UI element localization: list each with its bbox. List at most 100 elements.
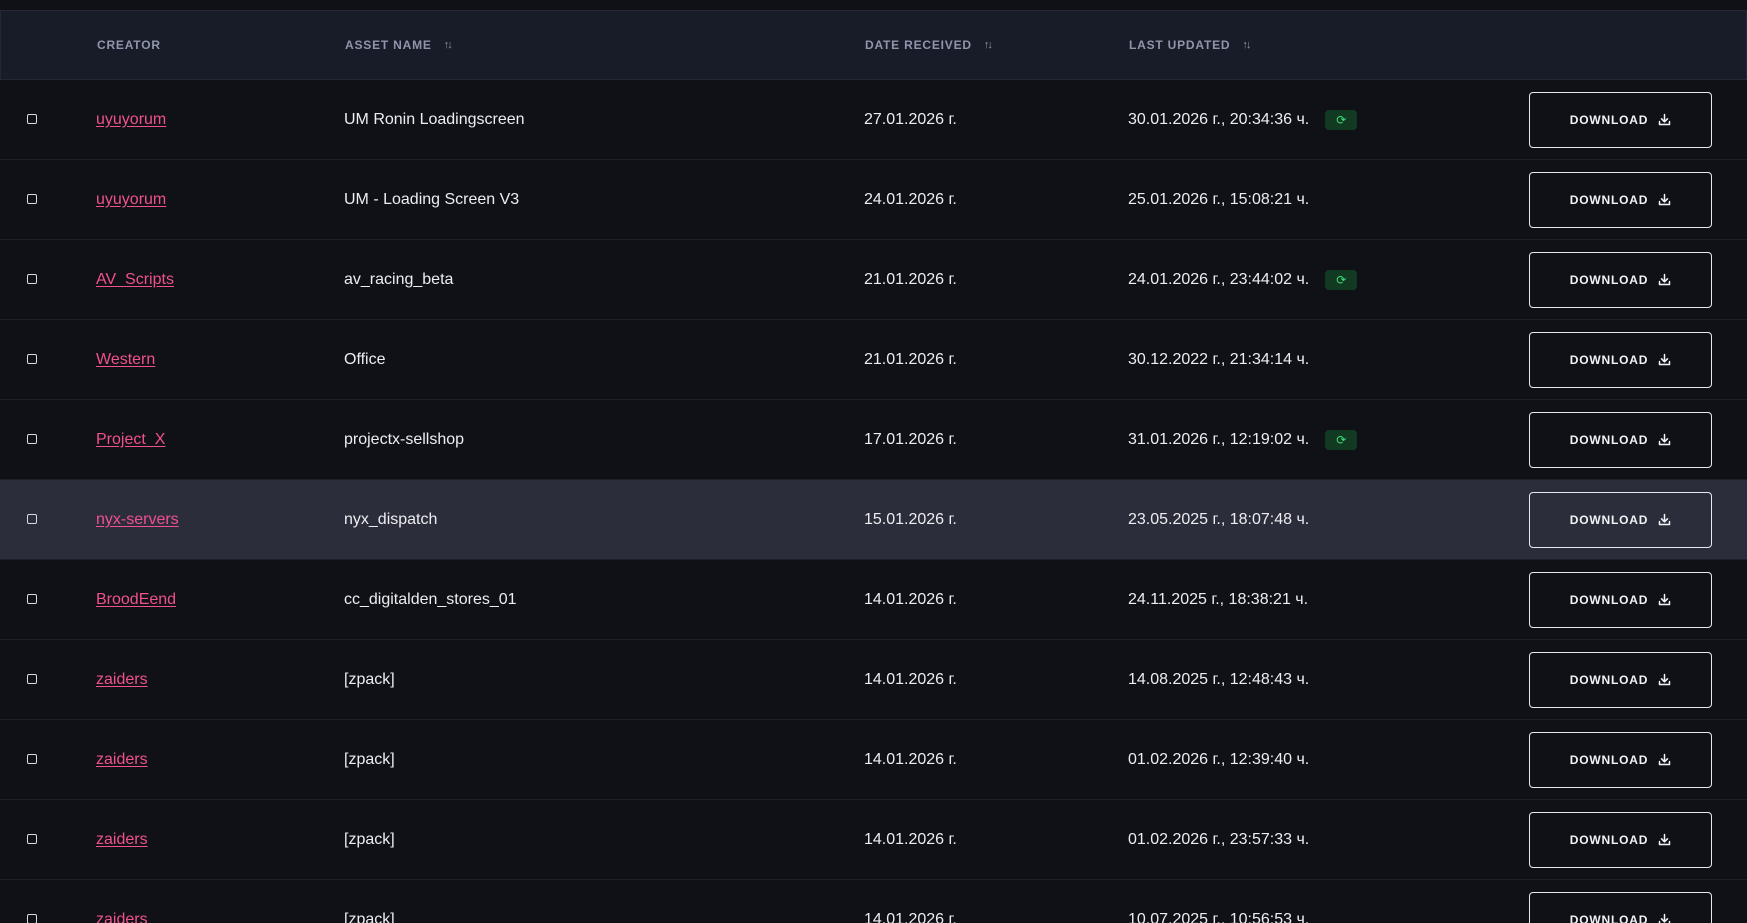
date-received: 14.01.2026 г.: [864, 670, 957, 688]
creator-link[interactable]: Western: [96, 351, 155, 369]
row-select-checkbox[interactable]: [27, 353, 37, 364]
date-received-cell: 24.01.2026 г.: [864, 160, 957, 239]
column-header-last-updated[interactable]: LAST UPDATED ↑↓: [1129, 11, 1251, 79]
asset-name: Office: [344, 350, 386, 368]
top-strip: [0, 0, 1747, 10]
sort-icon[interactable]: ↑↓: [1242, 39, 1251, 51]
date-received: 21.01.2026 г.: [864, 270, 957, 288]
last-updated-cell: 23.05.2025 г., 18:07:48 ч.: [1128, 480, 1309, 559]
sort-icon[interactable]: ↑↓: [444, 39, 453, 51]
date-received-cell: 14.01.2026 г.: [864, 880, 957, 923]
column-header-last-updated-label: LAST UPDATED: [1129, 38, 1231, 52]
date-received-cell: 27.01.2026 г.: [864, 80, 957, 159]
download-icon: [1658, 193, 1671, 206]
download-button[interactable]: DOWNLOAD: [1529, 651, 1712, 708]
creator-cell: BroodEend: [96, 560, 176, 639]
table-row: zaiders [zpack] 14.01.2026 г. 01.02.2026…: [0, 800, 1747, 880]
table-row: nyx-servers nyx_dispatch 15.01.2026 г. 2…: [0, 480, 1747, 560]
table-header: CREATOR ASSET NAME ↑↓ DATE RECEIVED ↑↓ L…: [0, 10, 1747, 80]
creator-cell: Project_X: [96, 400, 165, 479]
row-select-checkbox[interactable]: [27, 833, 37, 844]
creator-link[interactable]: zaiders: [96, 751, 148, 769]
table-row: Western Office 21.01.2026 г. 30.12.2022 …: [0, 320, 1747, 400]
creator-link[interactable]: zaiders: [96, 831, 148, 849]
last-updated: 23.05.2025 г., 18:07:48 ч.: [1128, 510, 1310, 528]
row-select-checkbox[interactable]: [27, 673, 37, 684]
download-button[interactable]: DOWNLOAD: [1529, 331, 1712, 388]
creator-cell: zaiders: [96, 800, 148, 879]
sync-badge: ⟳: [1325, 269, 1358, 290]
download-button[interactable]: DOWNLOAD: [1529, 91, 1712, 148]
table-row: Project_X projectx-sellshop 17.01.2026 г…: [0, 400, 1747, 480]
download-button[interactable]: DOWNLOAD: [1529, 411, 1712, 468]
creator-cell: zaiders: [96, 720, 148, 799]
table-body: uyuyorum UM Ronin Loadingscreen 27.01.20…: [0, 80, 1747, 923]
date-received-cell: 17.01.2026 г.: [864, 400, 957, 479]
download-button[interactable]: DOWNLOAD: [1529, 811, 1712, 868]
download-button[interactable]: DOWNLOAD: [1529, 731, 1712, 788]
last-updated-cell: 24.01.2026 г., 23:44:02 ч. ⟳: [1128, 240, 1358, 319]
download-icon: [1658, 833, 1671, 846]
date-received: 14.01.2026 г.: [864, 910, 957, 923]
asset-name-cell: [zpack]: [344, 720, 395, 799]
creator-link[interactable]: nyx-servers: [96, 511, 179, 529]
download-button-label: DOWNLOAD: [1569, 752, 1649, 767]
download-icon: [1658, 513, 1671, 526]
asset-name-cell: UM Ronin Loadingscreen: [344, 80, 525, 159]
download-button[interactable]: DOWNLOAD: [1529, 571, 1712, 628]
last-updated-cell: 01.02.2026 г., 12:39:40 ч.: [1128, 720, 1309, 799]
download-button[interactable]: DOWNLOAD: [1529, 891, 1712, 923]
download-button-label: DOWNLOAD: [1569, 512, 1649, 527]
column-header-date-received[interactable]: DATE RECEIVED ↑↓: [865, 11, 993, 79]
column-header-creator: CREATOR: [97, 11, 161, 79]
date-received-cell: 21.01.2026 г.: [864, 320, 957, 399]
column-header-creator-label: CREATOR: [97, 38, 161, 52]
row-select-checkbox[interactable]: [27, 193, 37, 204]
date-received-cell: 14.01.2026 г.: [864, 800, 957, 879]
column-header-date-received-label: DATE RECEIVED: [865, 38, 972, 52]
row-select-checkbox[interactable]: [27, 753, 37, 764]
last-updated-cell: 30.01.2026 г., 20:34:36 ч. ⟳: [1128, 80, 1358, 159]
asset-name: [zpack]: [344, 910, 395, 923]
date-received-cell: 21.01.2026 г.: [864, 240, 957, 319]
table-row: AV_Scripts av_racing_beta 21.01.2026 г. …: [0, 240, 1747, 320]
last-updated: 24.01.2026 г., 23:44:02 ч.: [1128, 270, 1310, 288]
date-received: 14.01.2026 г.: [864, 750, 957, 768]
column-header-asset-name-label: ASSET NAME: [345, 38, 432, 52]
download-button-label: DOWNLOAD: [1569, 112, 1649, 127]
creator-link[interactable]: zaiders: [96, 671, 148, 689]
creator-link[interactable]: uyuyorum: [96, 191, 166, 209]
row-select-checkbox[interactable]: [27, 593, 37, 604]
download-button[interactable]: DOWNLOAD: [1529, 251, 1712, 308]
creator-cell: nyx-servers: [96, 480, 179, 559]
creator-link[interactable]: AV_Scripts: [96, 271, 174, 289]
download-button[interactable]: DOWNLOAD: [1529, 491, 1712, 548]
asset-name-cell: cc_digitalden_stores_01: [344, 560, 517, 639]
row-select-checkbox[interactable]: [27, 433, 37, 444]
date-received-cell: 14.01.2026 г.: [864, 560, 957, 639]
download-button-label: DOWNLOAD: [1569, 672, 1649, 687]
creator-link[interactable]: zaiders: [96, 911, 148, 923]
row-select-checkbox[interactable]: [27, 913, 37, 923]
last-updated: 01.02.2026 г., 12:39:40 ч.: [1128, 750, 1310, 768]
row-select-checkbox[interactable]: [27, 273, 37, 284]
creator-link[interactable]: Project_X: [96, 431, 165, 449]
column-header-asset-name[interactable]: ASSET NAME ↑↓: [345, 11, 453, 79]
last-updated-cell: 01.02.2026 г., 23:57:33 ч.: [1128, 800, 1309, 879]
asset-name-cell: projectx-sellshop: [344, 400, 464, 479]
download-button-label: DOWNLOAD: [1569, 432, 1649, 447]
download-button[interactable]: DOWNLOAD: [1529, 171, 1712, 228]
row-select-checkbox[interactable]: [27, 513, 37, 524]
row-select-checkbox[interactable]: [27, 113, 37, 124]
download-icon: [1658, 273, 1671, 286]
sync-badge: ⟳: [1325, 429, 1358, 450]
download-button-label: DOWNLOAD: [1569, 192, 1649, 207]
creator-link[interactable]: BroodEend: [96, 591, 176, 609]
refresh-icon: ⟳: [1336, 432, 1347, 447]
creator-link[interactable]: uyuyorum: [96, 111, 166, 129]
date-received: 27.01.2026 г.: [864, 110, 957, 128]
last-updated-cell: 24.11.2025 г., 18:38:21 ч.: [1128, 560, 1308, 639]
asset-name: av_racing_beta: [344, 270, 454, 288]
sort-icon[interactable]: ↑↓: [984, 39, 993, 51]
asset-name: cc_digitalden_stores_01: [344, 590, 517, 608]
